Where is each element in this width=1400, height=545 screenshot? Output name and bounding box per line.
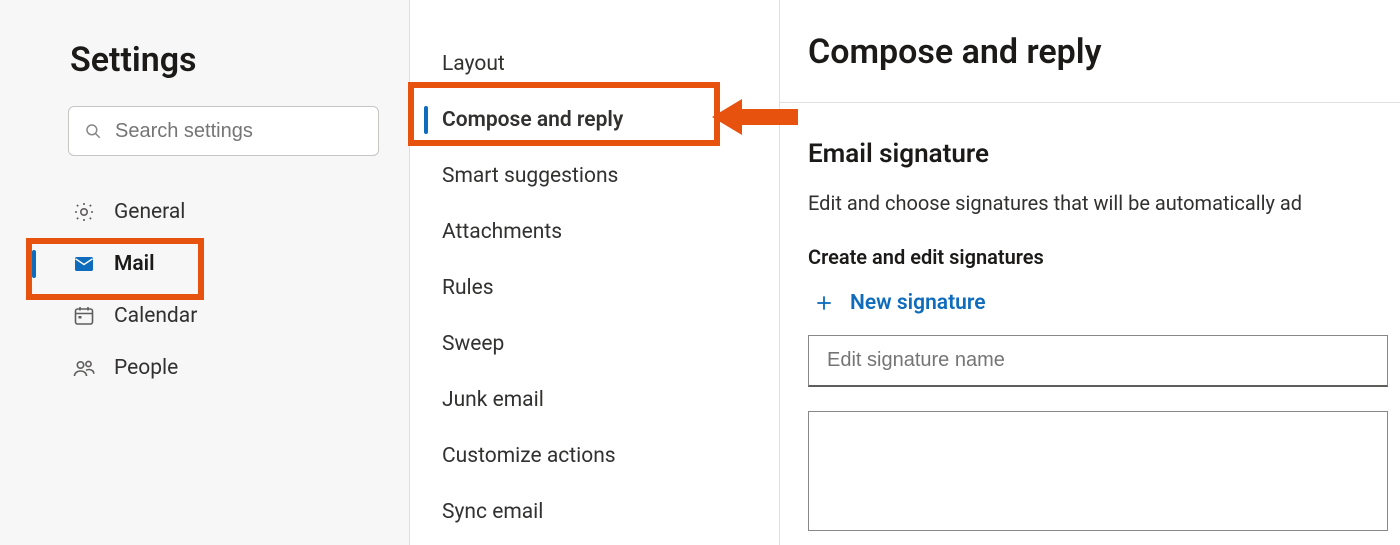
sidebar-item-label: General	[114, 200, 185, 224]
subnav-label: Junk email	[442, 388, 544, 412]
subnav-label: Layout	[442, 52, 505, 76]
settings-detail-panel: Compose and reply Email signature Edit a…	[780, 0, 1400, 545]
subnav-compose-and-reply[interactable]: Compose and reply	[410, 92, 779, 148]
page-title: Compose and reply	[808, 32, 1400, 72]
sidebar-item-people[interactable]: People	[68, 342, 379, 394]
mail-icon	[72, 252, 96, 276]
new-signature-label: New signature	[850, 291, 986, 315]
section-title-email-signature: Email signature	[808, 139, 1400, 169]
sidebar-item-calendar[interactable]: Calendar	[68, 290, 379, 342]
sidebar-item-label: Calendar	[114, 304, 197, 328]
subnav-layout[interactable]: Layout	[410, 36, 779, 92]
subnav-label: Compose and reply	[442, 108, 623, 132]
signature-editor[interactable]	[808, 411, 1388, 531]
settings-window: Settings General Mail	[0, 0, 1400, 545]
mail-settings-list: Layout Compose and reply Smart suggestio…	[410, 36, 779, 540]
subnav-attachments[interactable]: Attachments	[410, 204, 779, 260]
settings-search[interactable]	[68, 106, 379, 156]
sidebar-item-general[interactable]: General	[68, 186, 379, 238]
subnav-junk-email[interactable]: Junk email	[410, 372, 779, 428]
divider	[780, 102, 1400, 103]
subnav-label: Rules	[442, 276, 494, 300]
search-icon	[84, 122, 102, 140]
settings-subcategories-panel: Layout Compose and reply Smart suggestio…	[410, 0, 780, 545]
sub-section-title: Create and edit signatures	[808, 245, 1400, 269]
sidebar-item-label: People	[114, 356, 178, 380]
new-signature-button[interactable]: New signature	[814, 291, 986, 315]
people-icon	[72, 356, 96, 380]
settings-categories-panel: Settings General Mail	[0, 0, 410, 545]
subnav-rules[interactable]: Rules	[410, 260, 779, 316]
plus-icon	[814, 293, 834, 313]
subnav-smart-suggestions[interactable]: Smart suggestions	[410, 148, 779, 204]
subnav-label: Sweep	[442, 332, 504, 356]
subnav-sweep[interactable]: Sweep	[410, 316, 779, 372]
settings-title: Settings	[70, 40, 379, 80]
subnav-label: Customize actions	[442, 444, 616, 468]
gear-icon	[72, 200, 96, 224]
settings-search-input[interactable]	[68, 106, 379, 156]
sidebar-item-mail[interactable]: Mail	[68, 238, 379, 290]
subnav-label: Sync email	[442, 500, 543, 524]
subnav-label: Attachments	[442, 220, 562, 244]
calendar-icon	[72, 304, 96, 328]
settings-category-list: General Mail Calendar	[68, 186, 379, 394]
subnav-label: Smart suggestions	[442, 164, 618, 188]
section-description: Edit and choose signatures that will be …	[808, 191, 1400, 215]
subnav-customize-actions[interactable]: Customize actions	[410, 428, 779, 484]
signature-name-input[interactable]	[808, 335, 1388, 387]
sidebar-item-label: Mail	[114, 252, 155, 276]
subnav-sync-email[interactable]: Sync email	[410, 484, 779, 540]
